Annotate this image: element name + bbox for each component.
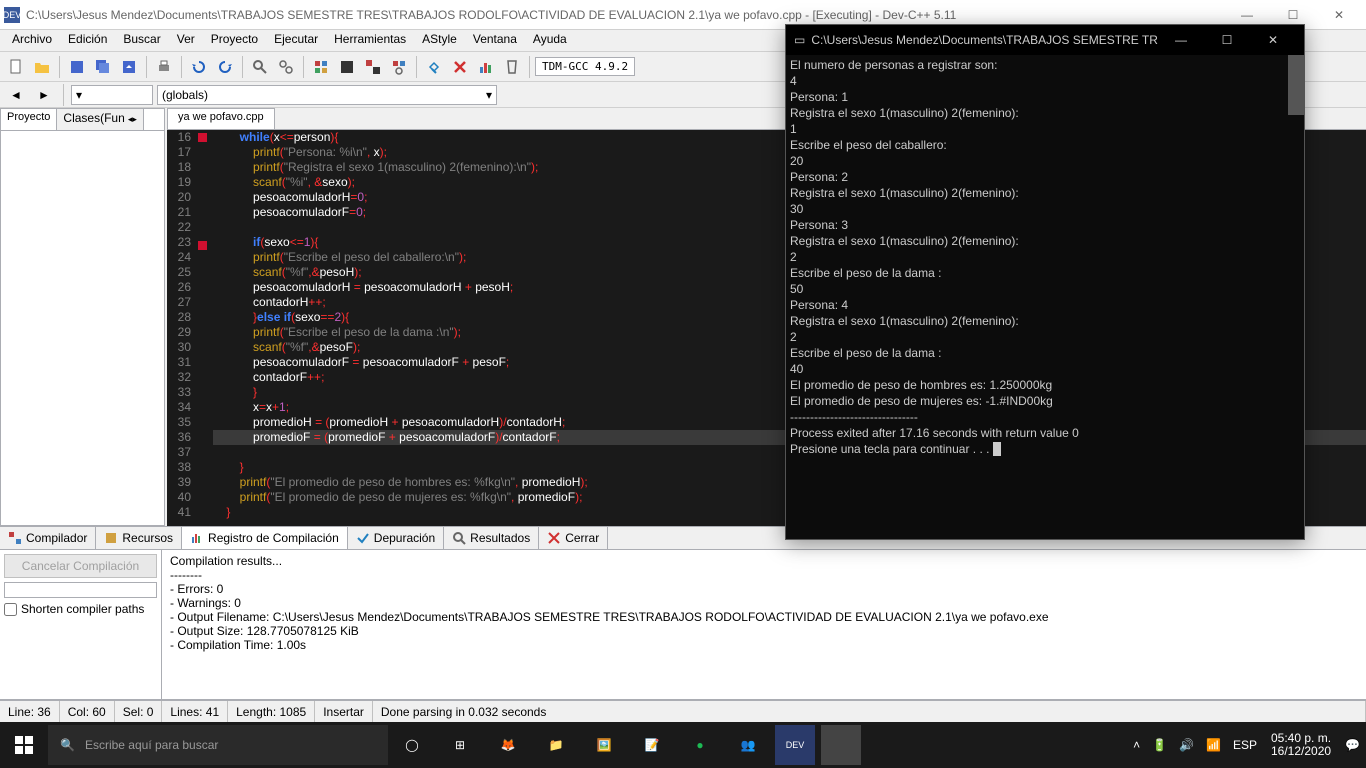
clean-button[interactable] [500,55,524,79]
battery-icon[interactable]: 🔋 [1146,722,1173,768]
menu-proyecto[interactable]: Proyecto [203,30,266,51]
debug-button[interactable] [422,55,446,79]
tab-cerrar[interactable]: Cerrar [539,527,608,549]
status-message: Done parsing in 0.032 seconds [373,701,1366,722]
forward-button[interactable]: ► [32,83,56,107]
tab-proyecto[interactable]: Proyecto [1,109,57,130]
tab-registro[interactable]: Registro de Compilación [182,527,348,549]
tab-depuracion[interactable]: Depuración [348,527,444,549]
status-line: Line: 36 [0,701,60,722]
scope-dropdown[interactable]: ▾ [71,85,153,105]
tab-resultados[interactable]: Resultados [444,527,539,549]
menu-ayuda[interactable]: Ayuda [525,30,575,51]
console-close[interactable]: ✕ [1250,25,1296,55]
taskbar-search[interactable]: 🔍 Escribe aquí para buscar [48,725,388,765]
menu-buscar[interactable]: Buscar [115,30,168,51]
search-placeholder: Escribe aquí para buscar [85,738,218,752]
print-button[interactable] [152,55,176,79]
compiler-selector[interactable]: TDM-GCC 4.9.2 [535,57,635,76]
spotify-icon[interactable]: ● [676,722,724,768]
console-scrollbar[interactable] [1288,55,1304,115]
language-indicator[interactable]: ESP [1227,722,1263,768]
save-all-button[interactable] [91,55,115,79]
rebuild-button[interactable] [387,55,411,79]
compile-run-button[interactable] [361,55,385,79]
start-button[interactable] [0,722,48,768]
console-taskbar-icon[interactable] [821,725,861,765]
status-bar: Line: 36 Col: 60 Sel: 0 Lines: 41 Length… [0,700,1366,722]
status-mode: Insertar [315,701,373,722]
volume-icon[interactable]: 🔊 [1173,722,1200,768]
console-title-text: C:\Users\Jesus Mendez\Documents\TRABAJOS… [811,33,1158,47]
profile-button[interactable] [474,55,498,79]
shorten-paths-checkbox[interactable]: Shorten compiler paths [4,602,157,616]
tab-clases[interactable]: Clases(Fun ◂▸ [57,109,143,130]
status-length: Length: 1085 [228,701,315,722]
notifications-icon[interactable]: 💬 [1339,722,1366,768]
menu-herramientas[interactable]: Herramientas [326,30,414,51]
photos-icon[interactable]: 🖼️ [580,722,628,768]
cortana-icon[interactable]: ◯ [388,722,436,768]
console-output[interactable]: El numero de personas a registrar son:4P… [786,55,1304,539]
back-button[interactable]: ◄ [4,83,28,107]
tab-compilador[interactable]: Compilador [0,527,96,549]
firefox-icon[interactable]: 🦊 [484,722,532,768]
compile-button[interactable] [309,55,333,79]
teams-icon[interactable]: 👥 [724,722,772,768]
explorer-icon[interactable]: 📁 [532,722,580,768]
project-panel: Proyecto Clases(Fun ◂▸ [0,108,165,526]
menu-ventana[interactable]: Ventana [465,30,525,51]
save-as-button[interactable] [117,55,141,79]
wifi-icon[interactable]: 📶 [1200,722,1227,768]
run-button[interactable] [335,55,359,79]
task-view-icon[interactable]: ⊞ [436,722,484,768]
menu-edición[interactable]: Edición [60,30,115,51]
sticky-notes-icon[interactable]: 📝 [628,722,676,768]
close-button[interactable]: ✕ [1316,0,1362,30]
globals-dropdown[interactable]: (globals)▾ [157,85,497,105]
menu-ver[interactable]: Ver [169,30,203,51]
stop-button[interactable] [448,55,472,79]
console-titlebar[interactable]: ▭ C:\Users\Jesus Mendez\Documents\TRABAJ… [786,25,1304,55]
menu-ejecutar[interactable]: Ejecutar [266,30,326,51]
windows-taskbar: 🔍 Escribe aquí para buscar ◯ ⊞ 🦊 📁 🖼️ 📝 … [0,722,1366,768]
output-panel: Cancelar Compilación Shorten compiler pa… [0,550,1366,700]
save-button[interactable] [65,55,89,79]
clock[interactable]: 05:40 p. m.16/12/2020 [1263,732,1339,758]
status-lines: Lines: 41 [162,701,228,722]
tab-recursos[interactable]: Recursos [96,527,182,549]
redo-button[interactable] [213,55,237,79]
find-button[interactable] [248,55,272,79]
cancel-compilation-button: Cancelar Compilación [4,554,157,578]
app-icon: DEV [4,7,20,23]
console-minimize[interactable]: — [1158,25,1204,55]
console-maximize[interactable]: ☐ [1204,25,1250,55]
status-sel: Sel: 0 [115,701,163,722]
window-title: C:\Users\Jesus Mendez\Documents\TRABAJOS… [26,8,1224,22]
status-col: Col: 60 [60,701,115,722]
menu-astyle[interactable]: AStyle [414,30,465,51]
undo-button[interactable] [187,55,211,79]
progress-bar [4,582,157,598]
file-tab-active[interactable]: ya we pofavo.cpp [167,108,275,129]
compilation-log[interactable]: Compilation results...--------- Errors: … [162,550,1366,699]
replace-button[interactable] [274,55,298,79]
console-icon: ▭ [794,33,805,47]
console-window: ▭ C:\Users\Jesus Mendez\Documents\TRABAJ… [785,24,1305,540]
tray-expand-icon[interactable]: ˄ [1127,722,1146,768]
search-icon: 🔍 [60,738,75,752]
open-file-button[interactable] [30,55,54,79]
new-file-button[interactable] [4,55,28,79]
devcpp-taskbar-icon[interactable]: DEV [775,725,815,765]
menu-archivo[interactable]: Archivo [4,30,60,51]
